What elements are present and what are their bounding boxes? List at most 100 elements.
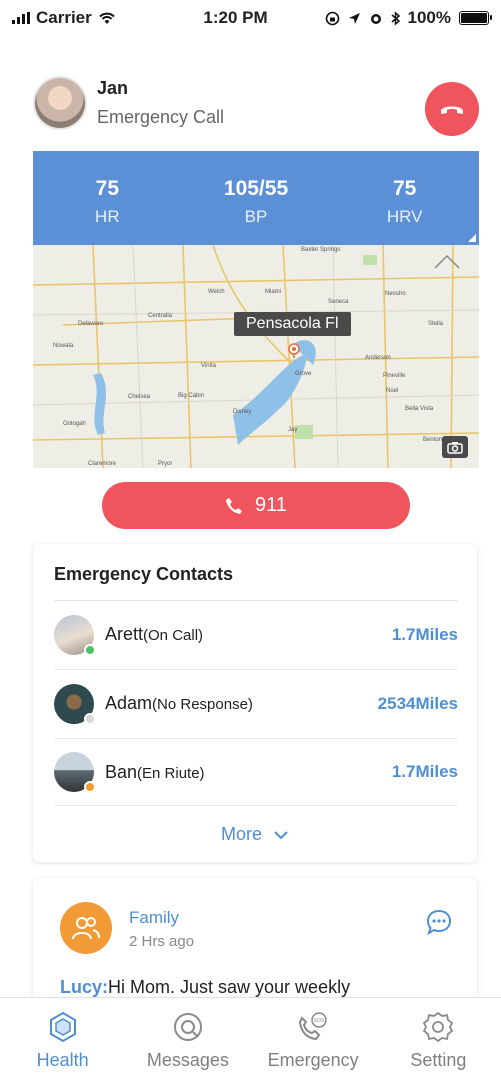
camera-icon	[447, 441, 463, 454]
map-place: Stella	[428, 321, 444, 327]
location-pin-icon	[288, 343, 300, 358]
map-place: Nowata	[53, 343, 74, 349]
map-place: Baxter Springs	[301, 247, 340, 253]
map-place: Oologah	[63, 421, 86, 427]
phone-hangup-icon	[441, 106, 463, 114]
status-bar: Carrier 1:20 PM 100%	[0, 0, 501, 36]
contact-distance: 2534Miles	[377, 693, 458, 713]
family-group-icon	[60, 902, 112, 954]
battery-icon	[459, 11, 492, 25]
contact-row[interactable]: Ban(En Riute) 1.7Miles	[54, 738, 458, 806]
caller-subtitle: Emergency Call	[97, 107, 225, 127]
contact-avatar	[54, 614, 96, 656]
chat-bubble-icon[interactable]	[425, 908, 453, 936]
family-message-preview: Lucy:Hi Mom. Just saw your weekly	[60, 977, 350, 998]
map-place: Vinita	[201, 363, 217, 369]
caller-name: Jan	[97, 78, 129, 98]
contact-row[interactable]: Arett(On Call) 1.7Miles	[54, 600, 458, 668]
map-place: Jay	[288, 427, 297, 433]
emergency-contacts-title: Emergency Contacts	[54, 564, 234, 584]
away-status-dot	[84, 781, 96, 793]
contact-name-text: Ban(En Riute)	[105, 762, 392, 783]
tab-label: Setting	[410, 1050, 467, 1070]
tab-setting[interactable]: Setting	[376, 998, 501, 1079]
vital-hr: 75 HR	[33, 151, 182, 245]
contact-name: Ban	[105, 761, 138, 782]
vital-label: HRV	[386, 207, 423, 226]
more-label: More	[220, 824, 262, 844]
online-status-dot	[84, 643, 96, 656]
map-place: Welch	[208, 289, 225, 295]
vitals-panel[interactable]: 75 HR 105/55 BP 75 HRV	[33, 151, 479, 245]
tab-health[interactable]: Health	[0, 998, 125, 1079]
contact-name: Arett	[105, 624, 144, 644]
gear-icon	[423, 1011, 454, 1043]
contact-distance: 1.7Miles	[391, 762, 458, 781]
expand-corner-icon	[468, 234, 476, 242]
vital-label: BP	[244, 207, 268, 226]
message-sender: Lucy:	[60, 977, 109, 997]
map-graphic: Baxter Springs Welch Miami Seneca Neosho…	[33, 245, 479, 468]
contact-distance: 1.7Miles	[391, 624, 458, 644]
chevron-down-icon	[274, 831, 288, 840]
tab-label: Emergency	[267, 1050, 359, 1070]
svg-text:SOS: SOS	[314, 1018, 325, 1024]
map-place: Pryor	[158, 461, 172, 467]
map-place: Grove	[295, 371, 312, 377]
vital-value: 75	[95, 177, 120, 200]
call-911-label: 911	[255, 494, 287, 516]
tab-label: Health	[36, 1050, 89, 1070]
messages-icon	[173, 1013, 202, 1041]
more-contacts-button[interactable]: More	[33, 824, 477, 845]
map-place: Anderson	[365, 355, 391, 361]
wifi-icon	[99, 12, 115, 24]
contact-status: (On Call)	[143, 627, 204, 644]
contact-status: (En Riute)	[137, 764, 205, 782]
vital-hrv: 75 HRV	[330, 151, 479, 245]
tab-label: Messages	[146, 1050, 229, 1070]
map-location-label: Pensacola Fl	[234, 312, 351, 336]
map-place: Claremore	[88, 461, 117, 467]
emergency-sos-icon: SOS	[299, 1012, 327, 1041]
map-place: Disney	[233, 409, 251, 415]
bottom-tab-bar: Health Messages SOS Emergency Setting	[0, 997, 501, 1079]
vital-value: 75	[393, 177, 417, 200]
tab-messages[interactable]: Messages	[125, 998, 250, 1079]
phone-icon	[226, 497, 243, 514]
health-icon	[49, 1011, 76, 1043]
map-place: Delaware	[78, 321, 104, 327]
emergency-contacts-card: Emergency Contacts Arett(On Call) 1.7Mil…	[33, 544, 477, 862]
lock-rotation-icon	[325, 11, 339, 25]
call-911-button[interactable]: 911	[102, 482, 410, 529]
offline-status-dot	[84, 712, 96, 725]
collapse-map-icon[interactable]	[433, 252, 461, 270]
map-place: Seneca	[328, 299, 349, 305]
camera-button[interactable]	[442, 436, 468, 458]
contact-name: Adam	[105, 693, 153, 713]
vital-bp: 105/55 BP	[182, 151, 331, 245]
contact-name-text: Adam(No Response)	[105, 693, 378, 714]
map-place: Miami	[265, 289, 281, 295]
contact-avatar	[54, 752, 96, 793]
hang-up-button[interactable]	[425, 82, 479, 136]
contact-name-text: Arett(On Call)	[105, 624, 392, 645]
message-text: Hi Mom. Just saw your weekly	[108, 977, 351, 997]
tab-emergency[interactable]: SOS Emergency	[251, 998, 376, 1079]
caller-avatar	[33, 76, 87, 130]
contact-status: (No Response)	[152, 696, 253, 713]
location-map[interactable]: Baxter Springs Welch Miami Seneca Neosho…	[33, 245, 479, 468]
caller-header: Jan Emergency Call	[33, 76, 224, 130]
battery-percent: 100%	[407, 8, 451, 27]
carrier-label: Carrier	[36, 8, 92, 27]
vital-value: 105/55	[223, 177, 289, 200]
family-group-name: Family	[129, 908, 180, 927]
map-place: Big Cabin	[178, 393, 204, 399]
family-message-time: 2 Hrs ago	[129, 933, 195, 950]
contact-row[interactable]: Adam(No Response) 2534Miles	[54, 669, 458, 737]
bluetooth-icon	[391, 10, 400, 26]
vital-label: HR	[95, 207, 120, 226]
map-place: Bella Vista	[405, 406, 434, 412]
map-place: Noel	[386, 388, 398, 394]
signal-icon	[12, 12, 30, 24]
map-place: Pineville	[383, 373, 406, 379]
